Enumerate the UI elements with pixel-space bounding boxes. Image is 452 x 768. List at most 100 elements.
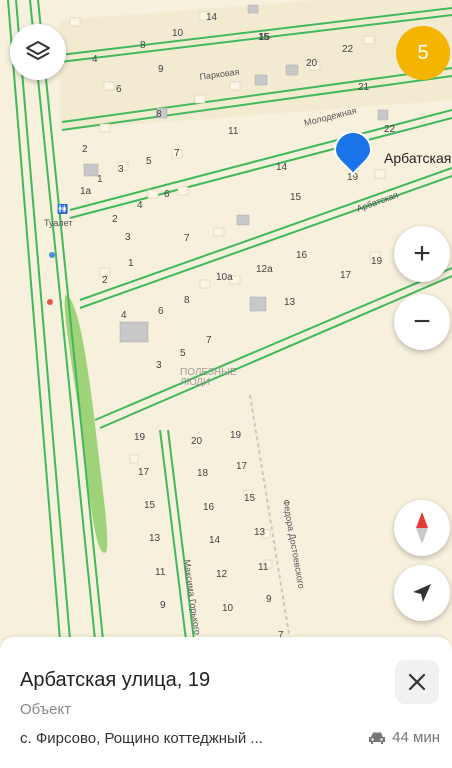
plus-icon: + [413,237,431,270]
house-number: 7 [174,148,180,159]
place-card[interactable]: Арбатская улица, 19 Объект с. Фирсово, Р… [0,637,452,768]
house-number: 19 [230,430,242,441]
house-number: 19 [134,432,146,443]
close-icon [408,673,426,691]
house-number: 22 [342,44,354,55]
minus-icon: − [413,305,431,338]
building [247,4,259,14]
layers-icon [26,41,50,60]
house-number: 17 [138,467,150,478]
map-svg[interactable]: 14 10 15 8 4 22 9 20 21 22 6 8 11 2 5 7 … [0,0,452,640]
travel-time-value: 44 мин [392,729,440,746]
house-number: 14 [206,12,218,23]
house-number: 5 [146,156,152,167]
building [285,64,299,76]
house-number: 15 [259,32,271,43]
map-canvas[interactable]: 14 10 15 8 4 22 9 20 21 22 6 8 11 2 5 7 … [0,0,452,640]
house-number: 10 [172,28,184,39]
toilet-icon: 🚻 [57,203,68,214]
compass-button[interactable] [394,500,450,556]
cluster-count: 5 [417,41,429,64]
house-number: 7 [206,335,212,346]
building-light [213,227,225,237]
house-number: 14 [209,535,221,546]
house-number: 2 [102,275,108,286]
house-number: 14 [276,162,288,173]
place-title: Арбатская улица, 19 [20,669,211,691]
house-number: 6 [164,189,170,200]
building-light [99,123,111,133]
house-number: 15 [244,493,256,504]
house-number: 1a [80,186,92,197]
navigation-arrow-icon [413,584,431,602]
close-button[interactable] [395,660,439,704]
travel-time[interactable]: 44 мин [368,729,440,746]
building-light [147,189,159,199]
zoom-out-button[interactable]: − [394,294,450,350]
house-number: 20 [191,436,203,447]
house-number: 11 [155,567,166,578]
house-number: 1 [128,258,134,269]
toilet-label: Туалет [44,218,72,228]
house-number: 20 [306,58,318,69]
house-number: 13 [149,533,161,544]
building [83,163,99,177]
building-light [363,35,375,45]
house-number: 17 [340,270,352,281]
house-number: 13 [284,297,296,308]
pin-label: Арбатская [384,150,452,166]
building-light [374,169,386,179]
house-number: 21 [358,82,370,93]
locate-me-button[interactable] [394,565,450,621]
house-number: 9 [158,64,164,75]
house-number: 19 [371,256,383,267]
house-number: 3 [118,164,124,175]
watermark-line2: ЛЮДИ [180,377,211,388]
compass-icon [416,512,428,544]
house-number: 13 [254,527,266,538]
house-number: 3 [125,232,131,243]
house-number: 12а [256,264,273,275]
building-light [69,17,81,27]
house-number: 8 [140,40,146,51]
house-number: 2 [112,214,118,225]
house-number: 9 [160,600,166,611]
house-number: 2 [82,144,88,155]
building [236,214,250,226]
watermark: ПОЛЕЗНЫЕ ЛЮДИ [180,368,237,388]
house-number: 12 [216,569,228,580]
building-light [229,81,241,91]
house-number: 15 [144,500,156,511]
house-number: 11 [258,562,269,573]
poi-marker[interactable] [47,299,53,305]
house-number: 3 [156,360,162,371]
building-light [129,454,139,464]
layers-button[interactable] [10,24,66,80]
zoom-in-button[interactable]: + [394,226,450,282]
building [377,109,389,121]
building-light [103,81,115,91]
house-number: 9 [266,594,272,605]
house-number: 15 [290,192,302,203]
building [254,74,268,86]
place-address: с. Фирсово, Рощино коттеджный ... [20,730,263,747]
cluster-badge[interactable]: 5 [396,26,450,80]
house-number: 8 [184,295,190,306]
house-number: 18 [197,468,209,479]
house-number: 17 [236,461,248,472]
house-number: 4 [121,310,127,321]
car-icon [369,732,386,744]
house-number: 22 [384,124,396,135]
house-number: 5 [180,348,186,359]
house-number: 7 [184,233,190,244]
house-number: 4 [92,54,98,65]
house-number: 16 [296,250,308,261]
building-light [199,279,211,289]
house-number: 4 [137,200,143,211]
place-type: Объект [20,701,72,718]
house-number: 10 [222,603,234,614]
location-pin[interactable] [332,131,374,176]
pin-icon [333,131,373,176]
house-number: 6 [158,306,164,317]
transit-marker[interactable] [49,252,55,258]
